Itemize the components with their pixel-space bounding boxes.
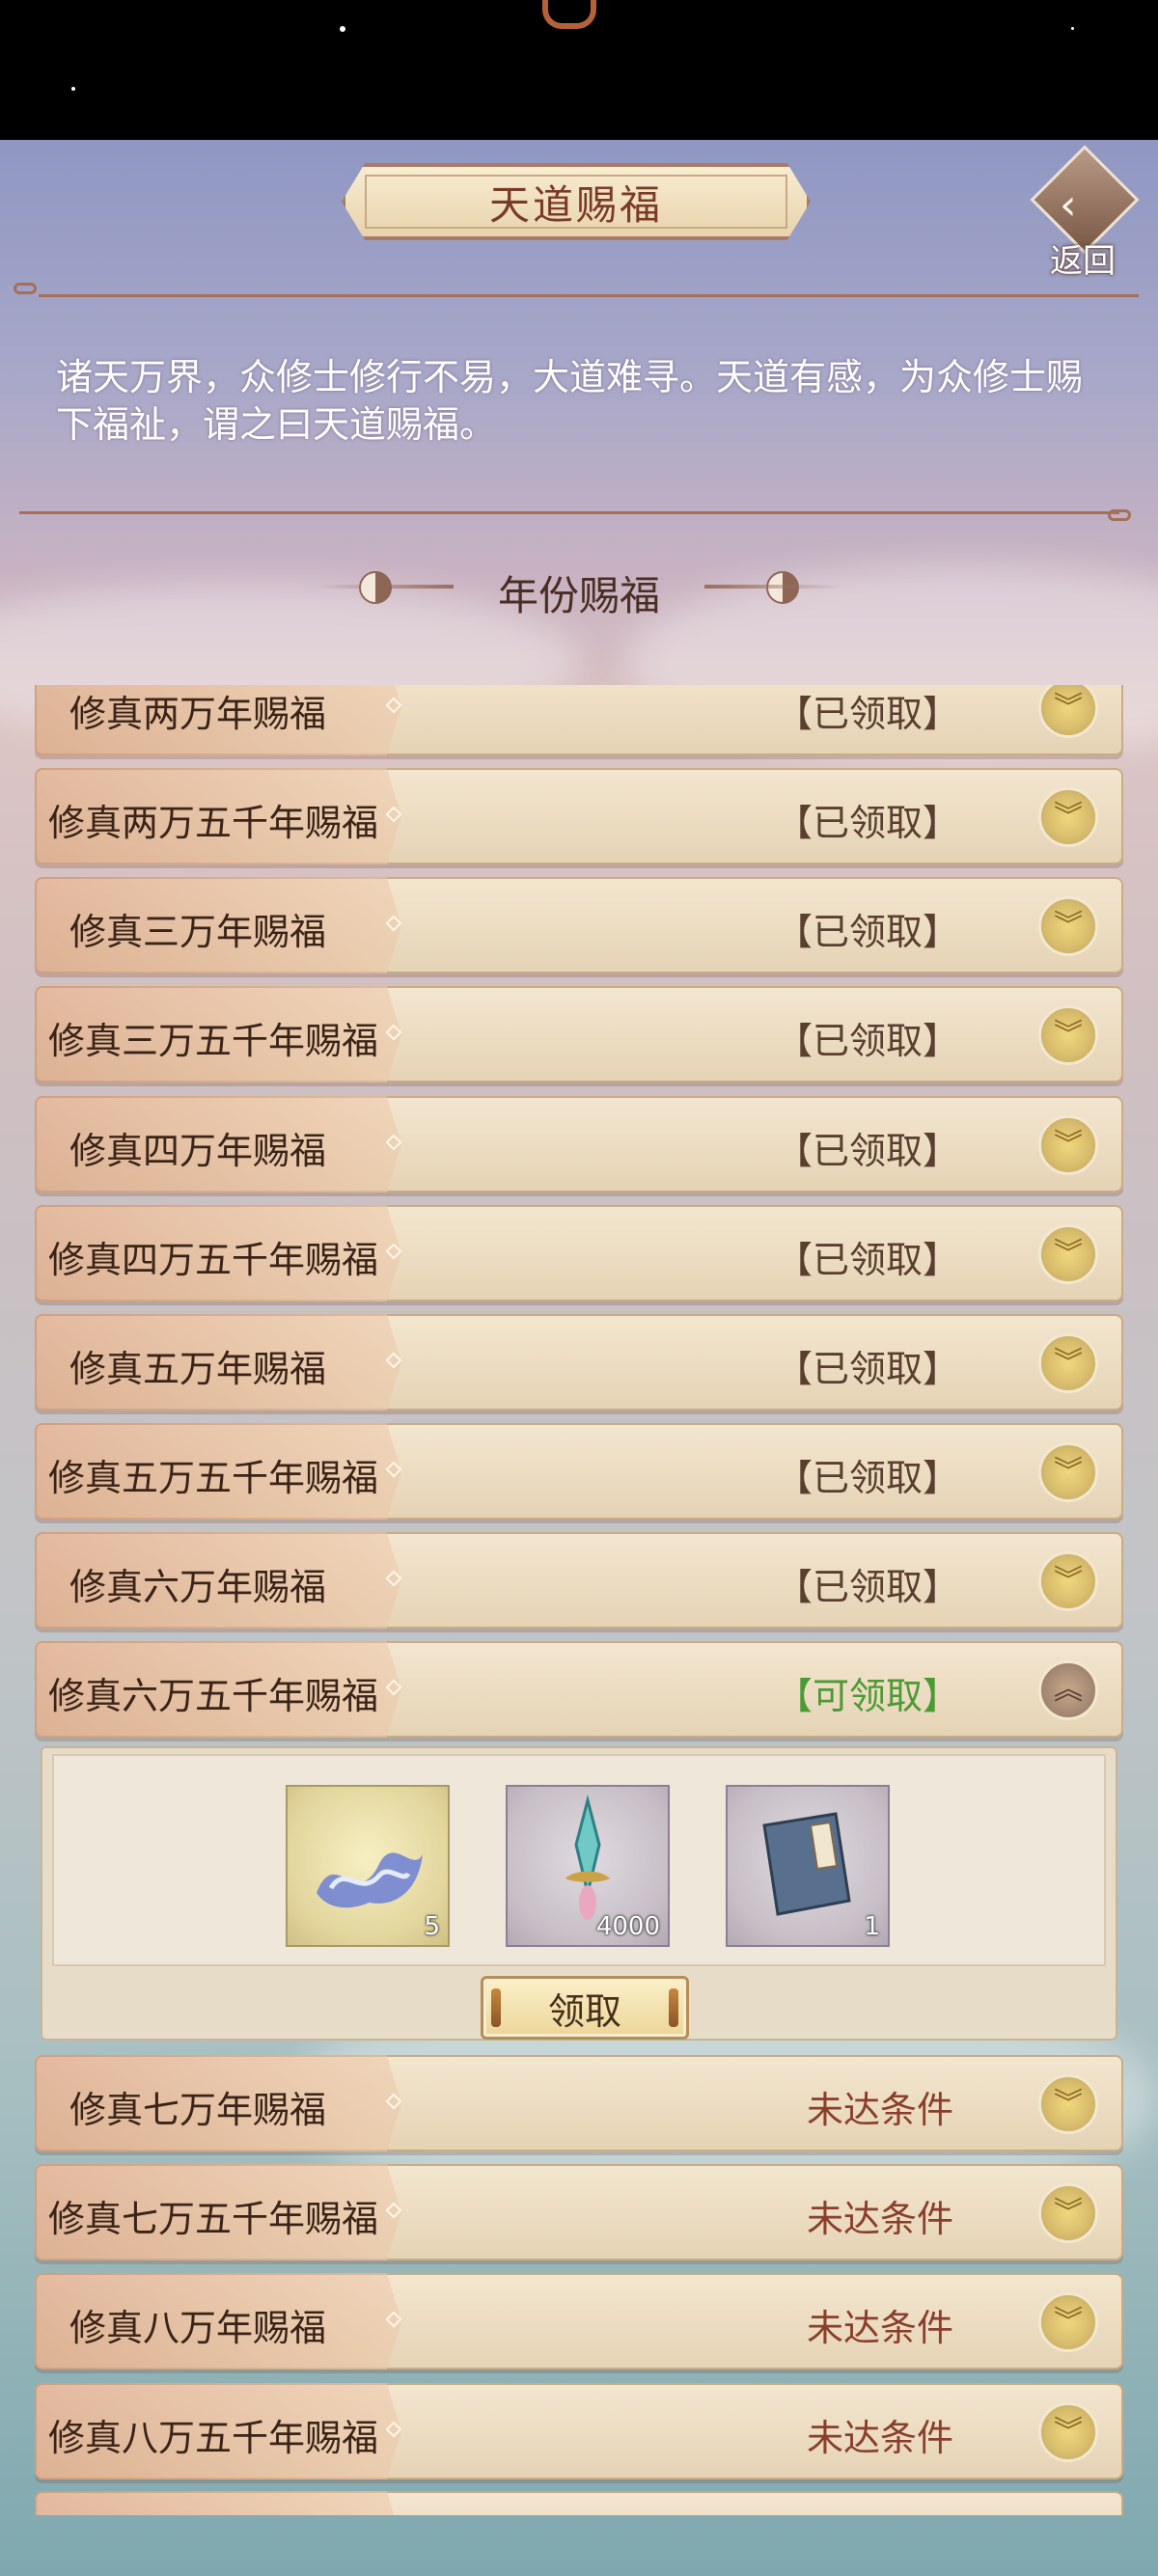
row-status: 未达条件 [806, 2198, 953, 2240]
chevron-down-icon: ︾ [1054, 2087, 1083, 2121]
reward-item[interactable]: 4000 [506, 1785, 670, 1947]
divider-curl [1108, 509, 1131, 521]
panel-background: 天道赐福 ‹ 返回 诸天万界，众修士修行不易，大道难寻。天道有感，为众修士赐下福… [0, 140, 1158, 2576]
blessing-list[interactable]: 修真两万年赐福 【已领取】 ︾ 修真两万五千年赐福 【已领取】 ︾ 修真三万年赐… [35, 685, 1123, 2515]
reward-panel: 5 4000 1 领取 [41, 1746, 1117, 2041]
back-label: 返回 [1050, 242, 1116, 281]
emblem-icon [542, 0, 596, 29]
back-button[interactable]: ‹ 返回 [1029, 145, 1143, 281]
row-status: 【已领取】 [775, 693, 959, 735]
row-status: 未达条件 [806, 2417, 953, 2459]
row-name: 修真两万年赐福 [69, 693, 327, 735]
divider-curl [14, 283, 37, 294]
chevron-down-icon: ︾ [1054, 1346, 1083, 1380]
status-bar [0, 0, 1158, 140]
star-decoration [71, 87, 75, 91]
section-title: 年份赐福 [497, 572, 660, 619]
reward-count: 1 [864, 1912, 880, 1941]
row-name: 修真五万年赐福 [69, 1348, 327, 1390]
back-arrow-icon: ‹ [1060, 180, 1077, 230]
claim-button-label: 领取 [547, 1989, 621, 2033]
chevron-down-icon: ︾ [1054, 2196, 1083, 2230]
row-status: 【已领取】 [775, 802, 959, 844]
row-status: 【已领取】 [775, 1239, 959, 1281]
row-status: 【已领取】 [775, 911, 959, 953]
expand-button[interactable]: ︾ [1038, 1333, 1098, 1393]
reward-count: 5 [424, 1912, 440, 1941]
expand-button[interactable]: ︾ [1038, 2074, 1098, 2134]
row-status: 【已领取】 [775, 1457, 959, 1499]
list-item[interactable]: 修真六万年赐福 【已领取】 ︾ [35, 1532, 1123, 1629]
expand-button[interactable]: ︾ [1038, 2402, 1098, 2462]
row-name: 修真两万五千年赐福 [48, 802, 379, 844]
star-decoration [340, 26, 345, 32]
row-name: 修真七万年赐福 [69, 2089, 327, 2131]
row-status: 未达条件 [806, 2089, 953, 2131]
reward-item[interactable]: 5 [286, 1785, 450, 1947]
list-item[interactable]: 修真四万五千年赐福 【已领取】 ︾ [35, 1205, 1123, 1302]
expand-button[interactable]: ︾ [1038, 2183, 1098, 2243]
row-status: 未达条件 [806, 2307, 953, 2349]
list-item[interactable]: 修真三万年赐福 【已领取】 ︾ [35, 877, 1123, 973]
row-status: 【可领取】 [775, 1675, 959, 1717]
chevron-down-icon: ︾ [1054, 691, 1083, 725]
row-status: 【已领取】 [775, 1020, 959, 1062]
row-name: 修真五万五千年赐福 [48, 1457, 379, 1499]
row-status: 【已领取】 [775, 1566, 959, 1608]
expand-button[interactable]: ︾ [1038, 787, 1098, 847]
row-name: 修真三万五千年赐福 [48, 1020, 379, 1062]
chevron-down-icon: ︾ [1054, 2415, 1083, 2449]
collapse-button[interactable]: ︽ [1038, 1660, 1098, 1720]
list-item[interactable]: 修真八万五千年赐福 未达条件 ︾ [35, 2383, 1123, 2480]
chevron-down-icon: ︾ [1054, 909, 1083, 943]
section-header: 年份赐福 [318, 560, 840, 619]
list-item[interactable]: 修真七万五千年赐福 未达条件 ︾ [35, 2164, 1123, 2261]
expand-button[interactable]: ︾ [1038, 1005, 1098, 1065]
row-name: 修真七万五千年赐福 [48, 2198, 379, 2240]
chevron-down-icon: ︾ [1054, 1455, 1083, 1489]
row-status: 【已领取】 [775, 1130, 959, 1172]
reward-count: 4000 [595, 1912, 660, 1941]
list-item-expanded[interactable]: 修真六万五千年赐福 【可领取】 ︽ [35, 1641, 1123, 1738]
chevron-down-icon: ︾ [1054, 1018, 1083, 1052]
expand-button[interactable]: ︾ [1038, 1442, 1098, 1502]
chevron-down-icon: ︾ [1054, 1564, 1083, 1598]
list-item[interactable]: 修真八万年赐福 未达条件 ︾ [35, 2273, 1123, 2370]
list-item[interactable]: 修真两万年赐福 【已领取】 ︾ [35, 685, 1123, 755]
star-decoration [1071, 27, 1074, 30]
row-status: 【已领取】 [775, 1348, 959, 1390]
row-name: 修真八万五千年赐福 [48, 2417, 379, 2459]
expand-button[interactable]: ︾ [1038, 1551, 1098, 1611]
expand-button[interactable]: ︾ [1038, 1115, 1098, 1175]
list-item[interactable]: 修真三万五千年赐福 【已领取】 ︾ [35, 986, 1123, 1082]
row-name: 修真三万年赐福 [69, 911, 327, 953]
page-title: 天道赐福 [488, 180, 663, 229]
list-item[interactable]: 修真两万五千年赐福 【已领取】 ︾ [35, 768, 1123, 864]
expand-button[interactable]: ︾ [1038, 896, 1098, 956]
row-name: 修真四万五千年赐福 [48, 1239, 379, 1281]
reward-item[interactable]: 1 [726, 1785, 890, 1947]
chevron-down-icon: ︾ [1054, 800, 1083, 834]
reward-tray: 5 4000 1 [52, 1754, 1106, 1966]
chevron-down-icon: ︾ [1054, 1128, 1083, 1162]
list-item[interactable]: 修真七万年赐福 未达条件 ︾ [35, 2055, 1123, 2151]
row-name: 修真六万五千年赐福 [48, 1675, 379, 1717]
list-item-partial[interactable] [35, 2491, 1123, 2515]
row-name: 修真四万年赐福 [69, 1130, 327, 1172]
chevron-up-icon: ︽ [1054, 1673, 1083, 1707]
chevron-down-icon: ︾ [1054, 1237, 1083, 1271]
expand-button[interactable]: ︾ [1038, 2292, 1098, 2352]
list-item[interactable]: 修真五万年赐福 【已领取】 ︾ [35, 1314, 1123, 1411]
chevron-down-icon: ︾ [1054, 2305, 1083, 2339]
expand-button[interactable]: ︾ [1038, 1224, 1098, 1284]
divider-top [39, 294, 1139, 297]
page-title-plaque: 天道赐福 [342, 163, 811, 240]
row-name: 修真六万年赐福 [69, 1566, 327, 1608]
claim-button[interactable]: 领取 [481, 1976, 689, 2040]
list-item[interactable]: 修真四万年赐福 【已领取】 ︾ [35, 1096, 1123, 1192]
divider-bottom [19, 511, 1119, 514]
row-name: 修真八万年赐福 [69, 2307, 327, 2349]
list-item[interactable]: 修真五万五千年赐福 【已领取】 ︾ [35, 1423, 1123, 1520]
description-text: 诸天万界，众修士修行不易，大道难寻。天道有感，为众修士赐下福祉，谓之曰天道赐福。 [56, 356, 1084, 446]
